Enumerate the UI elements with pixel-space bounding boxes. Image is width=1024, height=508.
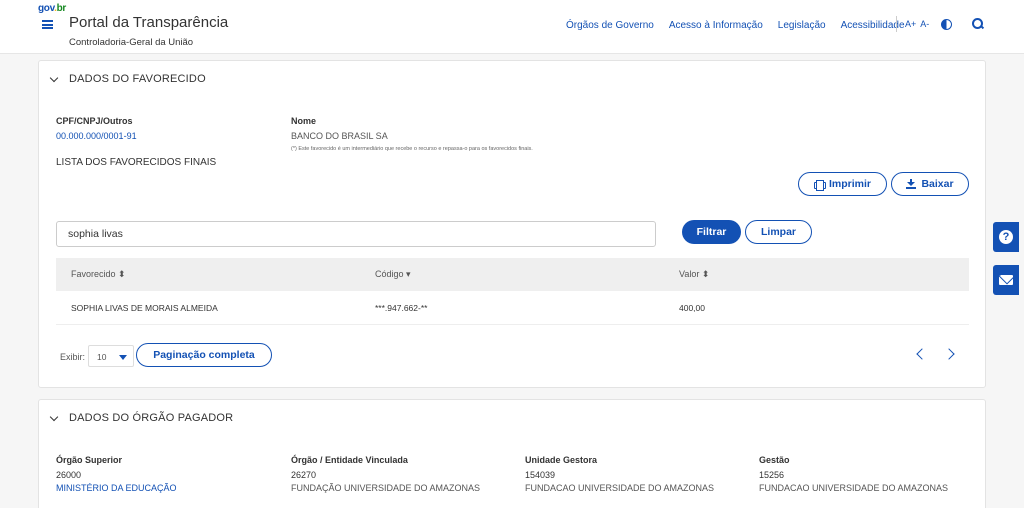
nome-value: BANCO DO BRASIL SA [291, 131, 388, 141]
cell-codigo: ***.947.662-** [375, 303, 428, 313]
unidade-gestora-code: 154039 [525, 470, 556, 480]
intermediary-note: (*) Este favorecido é um intermediário q… [291, 146, 533, 152]
print-button[interactable]: Imprimir [798, 172, 887, 196]
search-icon[interactable] [972, 18, 984, 30]
envelope-icon [999, 275, 1013, 285]
cpf-value-link[interactable]: 00.000.000/0001-91 [56, 131, 137, 141]
chevron-left-icon[interactable] [916, 348, 928, 360]
favorecido-card: DADOS DO FAVORECIDO CPF/CNPJ/Outros 00.0… [38, 60, 986, 388]
orgao-entidade-code: 26270 [291, 470, 317, 480]
help-button[interactable]: ? [993, 222, 1019, 252]
clear-button[interactable]: Limpar [745, 220, 812, 244]
page-size-select[interactable]: 10 [88, 345, 134, 367]
top-nav: Órgãos de Governo Acesso à Informação Le… [566, 20, 905, 31]
orgao-entidade-name: FUNDAÇÃO UNIVERSIDADE DO AMAZONAS [291, 483, 481, 493]
filter-input[interactable] [56, 221, 656, 247]
column-header-valor[interactable]: Valor ⬍ [679, 269, 709, 280]
unidade-gestora-label: Unidade Gestora [525, 455, 598, 465]
exibir-label: Exibir: [60, 352, 86, 362]
contact-button[interactable] [993, 265, 1019, 295]
question-icon: ? [999, 230, 1013, 244]
cpf-label: CPF/CNPJ/Outros [56, 116, 133, 126]
font-size-controls: A+ A- [905, 19, 929, 29]
section-title: DADOS DO FAVORECIDO [69, 73, 206, 85]
table-header: Favorecido ⬍ Código ▾ Valor ⬍ [56, 258, 969, 291]
column-header-favorecido[interactable]: Favorecido ⬍ [71, 269, 126, 280]
table-row: SOPHIA LIVAS DE MORAIS ALMEIDA ***.947.6… [56, 291, 969, 325]
lista-favorecidos-title: LISTA DOS FAVORECIDOS FINAIS [56, 157, 217, 168]
printer-icon [813, 179, 826, 191]
divider [896, 16, 897, 32]
menu-icon[interactable] [42, 20, 53, 29]
section-title: DADOS DO ÓRGÃO PAGADOR [69, 412, 234, 424]
gestao-name: FUNDACAO UNIVERSIDADE DO AMAZONAS [759, 483, 949, 493]
nav-legislacao[interactable]: Legislação [778, 20, 826, 31]
nome-label: Nome [291, 116, 317, 126]
gestao-label: Gestão [759, 455, 790, 465]
nav-acessibilidade[interactable]: Acessibilidade [841, 20, 905, 31]
govbr-logo[interactable]: gov.br [38, 3, 66, 14]
orgao-superior-label: Órgão Superior [56, 455, 123, 465]
cell-favorecido: SOPHIA LIVAS DE MORAIS ALMEIDA [71, 303, 218, 313]
column-header-codigo[interactable]: Código ▾ [375, 269, 411, 280]
nav-acesso-informacao[interactable]: Acesso à Informação [669, 20, 763, 31]
portal-subtitle: Controladoria-Geral da União [69, 37, 194, 48]
orgao-section-toggle[interactable]: DADOS DO ÓRGÃO PAGADOR [49, 412, 234, 424]
favorecido-section-toggle[interactable]: DADOS DO FAVORECIDO [49, 73, 206, 85]
unidade-gestora-name: FUNDACAO UNIVERSIDADE DO AMAZONAS [525, 483, 715, 493]
page-size-value: 10 [97, 352, 107, 362]
gestao-code: 15256 [759, 470, 785, 480]
filter-button[interactable]: Filtrar [682, 220, 741, 244]
cell-valor: 400,00 [679, 303, 705, 313]
caret-down-icon [119, 355, 127, 360]
chevron-down-icon [49, 73, 59, 82]
portal-title[interactable]: Portal da Transparência [69, 14, 228, 31]
chevron-down-icon [49, 412, 59, 421]
full-pagination-button[interactable]: Paginação completa [136, 343, 272, 367]
accessibility-tools: A+ A- [896, 16, 984, 32]
font-decrease-button[interactable]: A- [920, 19, 929, 29]
download-button[interactable]: Baixar [891, 172, 969, 196]
orgao-pagador-card: DADOS DO ÓRGÃO PAGADOR Órgão Superior 26… [38, 399, 986, 508]
nav-orgaos-governo[interactable]: Órgãos de Governo [566, 20, 654, 31]
orgao-entidade-label: Órgão / Entidade Vinculada [291, 455, 408, 465]
download-icon [906, 179, 917, 189]
contrast-icon[interactable] [941, 18, 953, 30]
chevron-right-icon[interactable] [943, 348, 955, 360]
site-header: gov.br Portal da Transparência Controlad… [0, 0, 1024, 54]
orgao-superior-code: 26000 [56, 470, 82, 480]
font-increase-button[interactable]: A+ [905, 19, 916, 29]
orgao-superior-link[interactable]: MINISTÉRIO DA EDUCAÇÃO [56, 483, 177, 493]
